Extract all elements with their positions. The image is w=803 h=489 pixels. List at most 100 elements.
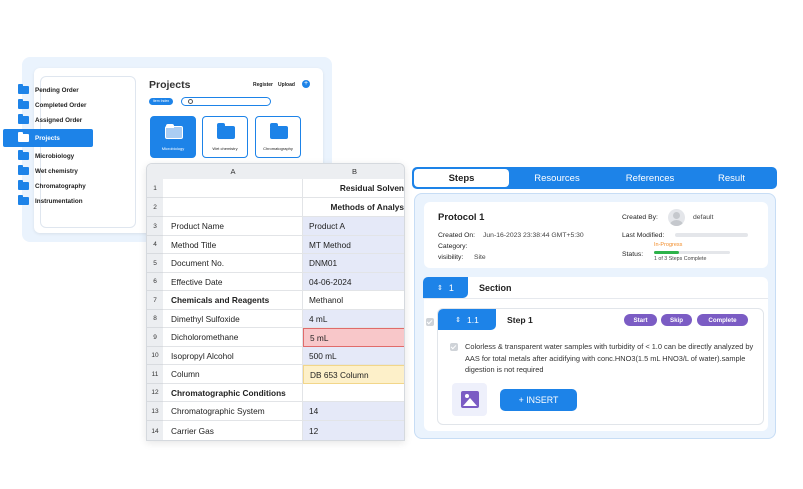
tile-label: Microbiology	[161, 146, 185, 151]
folder-icon	[18, 150, 29, 160]
cell-a6[interactable]: Effective Date	[163, 273, 303, 291]
project-tile-chromatography[interactable]: Chromatography	[255, 116, 301, 158]
sort-icon: ⇕	[437, 284, 443, 292]
filter-pill[interactable]: Item Index	[149, 98, 173, 105]
cell-b9[interactable]: 5 mL	[303, 328, 404, 347]
sidebar-item-label: Completed Order	[35, 101, 87, 109]
cell-a3[interactable]: Product Name	[163, 217, 303, 236]
row-header[interactable]: 10	[147, 347, 163, 365]
cell-b12[interactable]	[303, 384, 404, 402]
sort-icon: ⇕	[455, 316, 462, 324]
cell-a13[interactable]: Chromatographic System	[163, 402, 303, 421]
cell-a1[interactable]	[163, 179, 303, 198]
row-header[interactable]: 6	[147, 273, 163, 291]
step-number-badge[interactable]: ⇕ 1.1	[438, 309, 496, 330]
row-header[interactable]: 13	[147, 402, 163, 421]
cell-b4[interactable]: MT Method	[303, 236, 404, 254]
cell-a9[interactable]: Dicholoromethane	[163, 328, 303, 347]
section-divider	[423, 298, 768, 299]
cell-a10[interactable]: Isopropyl Alcohol	[163, 347, 303, 365]
section-number-badge[interactable]: ⇕ 1	[423, 277, 468, 298]
cell-a12[interactable]: Chromatographic Conditions	[163, 384, 303, 402]
status-progress-bar	[654, 251, 730, 254]
cell-b10[interactable]: 500 mL	[303, 347, 404, 365]
cell-b11[interactable]: DB 653 Column	[303, 365, 404, 384]
sidebar-item-projects[interactable]: Projects	[3, 129, 93, 147]
column-header-b[interactable]: B	[303, 164, 404, 179]
cell-b8[interactable]: 4 mL	[303, 310, 404, 328]
cell-a8[interactable]: Dimethyl Sulfoxide	[163, 310, 303, 328]
category-label: Category:	[438, 243, 468, 250]
visibility-label: visibility:	[438, 254, 464, 261]
cell-b7[interactable]: Methanol	[303, 291, 404, 310]
tab-result[interactable]: Result	[694, 167, 769, 189]
row-header[interactable]: 12	[147, 384, 163, 402]
last-modified-placeholder	[675, 233, 748, 237]
cell-a7[interactable]: Chemicals and Reagents	[163, 291, 303, 310]
skip-button[interactable]: Skip	[661, 314, 692, 326]
cell-a11[interactable]: Column	[163, 365, 303, 384]
row-header[interactable]: 1	[147, 179, 163, 198]
step-checkbox[interactable]	[426, 318, 434, 326]
register-link[interactable]: Register	[253, 82, 273, 88]
image-icon	[461, 391, 479, 408]
project-tile-wet-chemistry[interactable]: Wet chemistry	[202, 116, 248, 158]
row-header[interactable]: 3	[147, 217, 163, 236]
sidebar-item-instrumentation[interactable]: Instrumentation	[0, 192, 96, 210]
folder-icon	[18, 195, 29, 205]
avatar	[668, 209, 685, 226]
row-header[interactable]: 7	[147, 291, 163, 310]
image-placeholder[interactable]	[452, 383, 487, 416]
corner-header	[147, 164, 163, 179]
page-title: Projects	[149, 79, 191, 91]
column-header-a[interactable]: A	[163, 164, 303, 179]
status-badge: In-Progress	[654, 242, 683, 248]
project-tile-microbiology[interactable]: Microbiology	[150, 116, 196, 158]
insert-button[interactable]: + INSERT	[500, 389, 577, 411]
folder-icon	[18, 132, 29, 142]
description-checkbox[interactable]	[450, 343, 458, 351]
image-icon-mountain	[463, 398, 477, 406]
row-header[interactable]: 2	[147, 198, 163, 217]
cell-b13[interactable]: 14	[303, 402, 404, 421]
created-on-label: Created On:	[438, 232, 476, 239]
sidebar-item-label: Projects	[35, 134, 60, 142]
step-number: 1.1	[467, 314, 479, 325]
start-button[interactable]: Start	[624, 314, 657, 326]
created-by-label: Created By:	[622, 214, 658, 221]
sidebar-item-label: Instrumentation	[35, 197, 83, 205]
sidebar-item-label: Pending Order	[35, 86, 79, 94]
sidebar-item-label: Wet chemistry	[35, 167, 78, 175]
tab-references[interactable]: References	[605, 167, 695, 189]
cell-b14[interactable]: 12	[303, 421, 404, 440]
section-label: Section	[479, 283, 512, 293]
status-label: Status:	[622, 251, 644, 258]
row-header[interactable]: 5	[147, 254, 163, 273]
tab-resources[interactable]: Resources	[512, 167, 602, 189]
spreadsheet: A B 1 Residual Solven 2 Methods of Analy…	[146, 163, 405, 441]
search-input[interactable]	[181, 97, 271, 106]
row-header[interactable]: 8	[147, 310, 163, 328]
row-header[interactable]: 9	[147, 328, 163, 347]
complete-button[interactable]: Complete	[697, 314, 748, 326]
folder-icon	[18, 180, 29, 190]
cell-b1[interactable]: Residual Solven	[303, 179, 404, 198]
section-number: 1	[448, 282, 454, 293]
row-header[interactable]: 4	[147, 236, 163, 254]
cell-a5[interactable]: Document No.	[163, 254, 303, 273]
cell-a4[interactable]: Method Title	[163, 236, 303, 254]
cell-b2[interactable]: Methods of Analys	[303, 198, 404, 217]
cell-a2[interactable]	[163, 198, 303, 217]
cell-b5[interactable]: DNM01	[303, 254, 404, 273]
cell-b3[interactable]: Product A	[303, 217, 404, 236]
add-project-button[interactable]: +	[302, 80, 310, 88]
cell-a14[interactable]: Carrier Gas	[163, 421, 303, 440]
sidebar-item-assigned-order[interactable]: Assigned Order	[0, 111, 96, 129]
cell-b6[interactable]: 04-06-2024	[303, 273, 404, 291]
upload-link[interactable]: Upload	[278, 82, 295, 88]
folder-icon	[165, 124, 183, 139]
row-header[interactable]: 14	[147, 421, 163, 440]
row-header[interactable]: 11	[147, 365, 163, 384]
tab-steps[interactable]: Steps	[414, 169, 509, 187]
folder-icon	[18, 165, 29, 175]
